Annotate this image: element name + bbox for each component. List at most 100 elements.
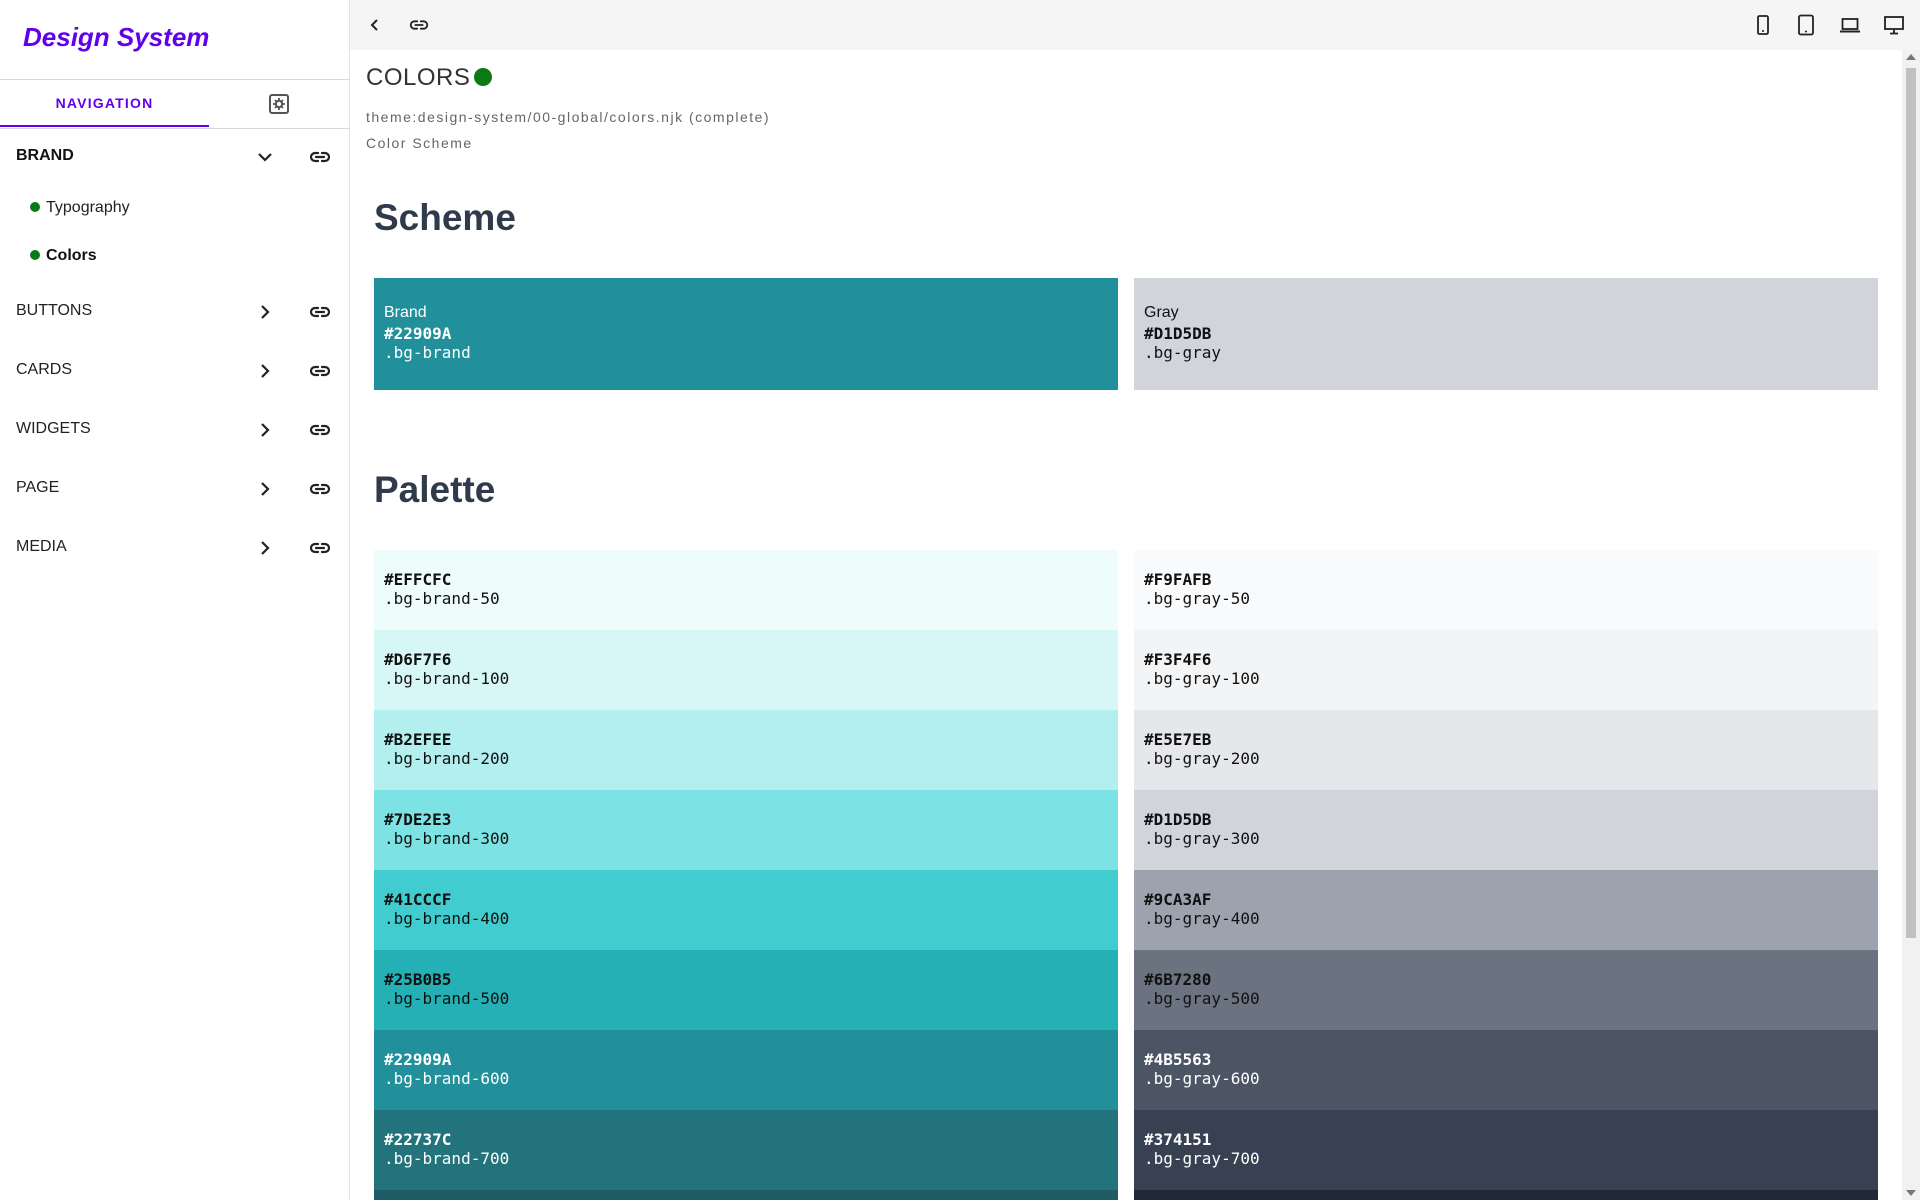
swatch-class: .bg-brand-200 [384, 749, 510, 768]
swatch-hex: #7DE2E3 [384, 810, 452, 829]
palette-swatch-gray: #F3F4F6 .bg-gray-100 [1134, 630, 1878, 710]
link-icon[interactable] [308, 300, 332, 324]
swatch-name: Gray [1144, 304, 1179, 321]
chevron-right-icon[interactable] [254, 301, 276, 323]
palette-swatch-gray: #374151 .bg-gray-700 [1134, 1110, 1878, 1190]
swatch-class: .bg-brand-500 [384, 989, 510, 1008]
swatch-hex: #9CA3AF [1144, 890, 1212, 909]
sidebar-item-label: MEDIA [16, 538, 67, 555]
swatch-class: .bg-brand [384, 343, 471, 362]
link-icon[interactable] [308, 477, 332, 501]
page-subtitle: Color Scheme [366, 135, 473, 151]
scrollbar[interactable] [1902, 50, 1920, 1200]
sidebar-item-widgets[interactable]: WIDGETS [0, 408, 349, 452]
settings-icon [269, 93, 289, 114]
laptop-icon[interactable] [1839, 14, 1861, 36]
link-icon[interactable] [308, 536, 332, 560]
scheme-swatch-gray: Gray #D1D5DB .bg-gray [1134, 278, 1878, 390]
swatch-class: .bg-gray-50 [1144, 589, 1250, 608]
scheme-swatch-brand: Brand #22909A .bg-brand [374, 278, 1118, 390]
swatch-class: .bg-gray-500 [1144, 989, 1260, 1008]
swatch-hex: #41CCCF [384, 890, 452, 909]
tab-settings[interactable] [209, 80, 349, 127]
mobile-icon[interactable] [1752, 14, 1774, 36]
palette-swatch-gray: #9CA3AF .bg-gray-400 [1134, 870, 1878, 950]
chevron-right-icon[interactable] [254, 360, 276, 382]
sidebar-item-label: PAGE [16, 479, 60, 496]
palette-swatch-gray: #F9FAFB .bg-gray-50 [1134, 550, 1878, 630]
swatch-class: .bg-brand-100 [384, 669, 510, 688]
sidebar-subitem-typography[interactable]: Typography [30, 199, 130, 229]
main-area: COLORS theme:design-system/00-global/col… [350, 0, 1920, 1200]
scrollbar-thumb[interactable] [1906, 68, 1916, 938]
swatch-hex: #B2EFEE [384, 730, 452, 749]
sidebar-item-label: BUTTONS [16, 302, 93, 319]
toolbar [350, 0, 1920, 50]
swatch-hex: #E5E7EB [1144, 730, 1212, 749]
link-icon[interactable] [308, 145, 332, 169]
swatch-class: .bg-gray-100 [1144, 669, 1260, 688]
sidebar-item-buttons[interactable]: BUTTONS [0, 290, 349, 334]
chevron-right-icon[interactable] [254, 419, 276, 441]
palette-swatch-brand: #22737C .bg-brand-700 [374, 1110, 1118, 1190]
swatch-class: .bg-brand-400 [384, 909, 510, 928]
swatch-hex: #25B0B5 [384, 970, 452, 989]
palette-swatch-brand: #7DE2E3 .bg-brand-300 [374, 790, 1118, 870]
sidebar-item-label: WIDGETS [16, 420, 91, 437]
palette-swatch-brand: #EFFCFC .bg-brand-50 [374, 550, 1118, 630]
sidebar-subitem-label: Colors [46, 247, 97, 264]
status-dot [30, 201, 40, 212]
back-icon[interactable] [364, 14, 386, 36]
scroll-down-icon[interactable] [1906, 1190, 1916, 1196]
swatch-hex: #F3F4F6 [1144, 650, 1212, 669]
swatch-class: .bg-gray-200 [1144, 749, 1260, 768]
tablet-icon[interactable] [1795, 14, 1817, 36]
swatch-class: .bg-gray-400 [1144, 909, 1260, 928]
tab-navigation[interactable]: NAVIGATION [0, 80, 209, 127]
sidebar-subitem-colors[interactable]: Colors [30, 247, 97, 277]
app-logo[interactable]: Design System [23, 22, 209, 53]
sidebar-item-media[interactable]: MEDIA [0, 526, 349, 570]
scheme-heading: Scheme [374, 197, 516, 238]
status-dot [30, 249, 40, 260]
sidebar-subitem-label: Typography [46, 199, 130, 216]
sidebar-tabs: NAVIGATION [0, 79, 349, 129]
chevron-right-icon[interactable] [254, 537, 276, 559]
swatch-hex: #4B5563 [1144, 1050, 1212, 1069]
palette-swatch-brand: #B2EFEE .bg-brand-200 [374, 710, 1118, 790]
swatch-class: .bg-gray-700 [1144, 1149, 1260, 1168]
desktop-icon[interactable] [1883, 14, 1905, 36]
palette-swatch-gray-partial [1134, 1190, 1878, 1200]
link-icon[interactable] [408, 14, 430, 36]
swatch-hex: #6B7280 [1144, 970, 1212, 989]
palette-swatch-gray: #4B5563 .bg-gray-600 [1134, 1030, 1878, 1110]
palette-swatch-brand: #25B0B5 .bg-brand-500 [374, 950, 1118, 1030]
swatch-class: .bg-gray-300 [1144, 829, 1260, 848]
sidebar-item-brand[interactable]: BRAND [0, 135, 349, 179]
sidebar-item-label: BRAND [16, 147, 74, 164]
link-icon[interactable] [308, 418, 332, 442]
sidebar-item-page[interactable]: PAGE [0, 467, 349, 511]
chevron-down-icon[interactable] [254, 146, 276, 168]
swatch-class: .bg-gray [1144, 343, 1222, 362]
status-dot [474, 67, 493, 86]
swatch-name: Brand [384, 304, 427, 321]
scroll-up-icon[interactable] [1906, 54, 1916, 60]
chevron-right-icon[interactable] [254, 478, 276, 500]
sidebar-item-cards[interactable]: CARDS [0, 349, 349, 393]
swatch-class: .bg-brand-300 [384, 829, 510, 848]
palette-swatch-gray: #6B7280 .bg-gray-500 [1134, 950, 1878, 1030]
page-title-text: COLORS [366, 64, 471, 91]
swatch-class: .bg-gray-600 [1144, 1069, 1260, 1088]
swatch-hex: #374151 [1144, 1130, 1212, 1149]
palette-swatch-brand-partial [374, 1190, 1118, 1200]
swatch-hex: #22909A [384, 324, 452, 343]
swatch-class: .bg-brand-600 [384, 1069, 510, 1088]
swatch-hex: #22909A [384, 1050, 452, 1069]
template-path: theme:design-system/00-global/colors.njk… [366, 109, 771, 125]
swatch-hex: #D1D5DB [1144, 324, 1212, 343]
swatch-hex: #D6F7F6 [384, 650, 452, 669]
sidebar: Design System NAVIGATION BRAND Typograph… [0, 0, 350, 1200]
link-icon[interactable] [308, 359, 332, 383]
sidebar-item-label: CARDS [16, 361, 73, 378]
